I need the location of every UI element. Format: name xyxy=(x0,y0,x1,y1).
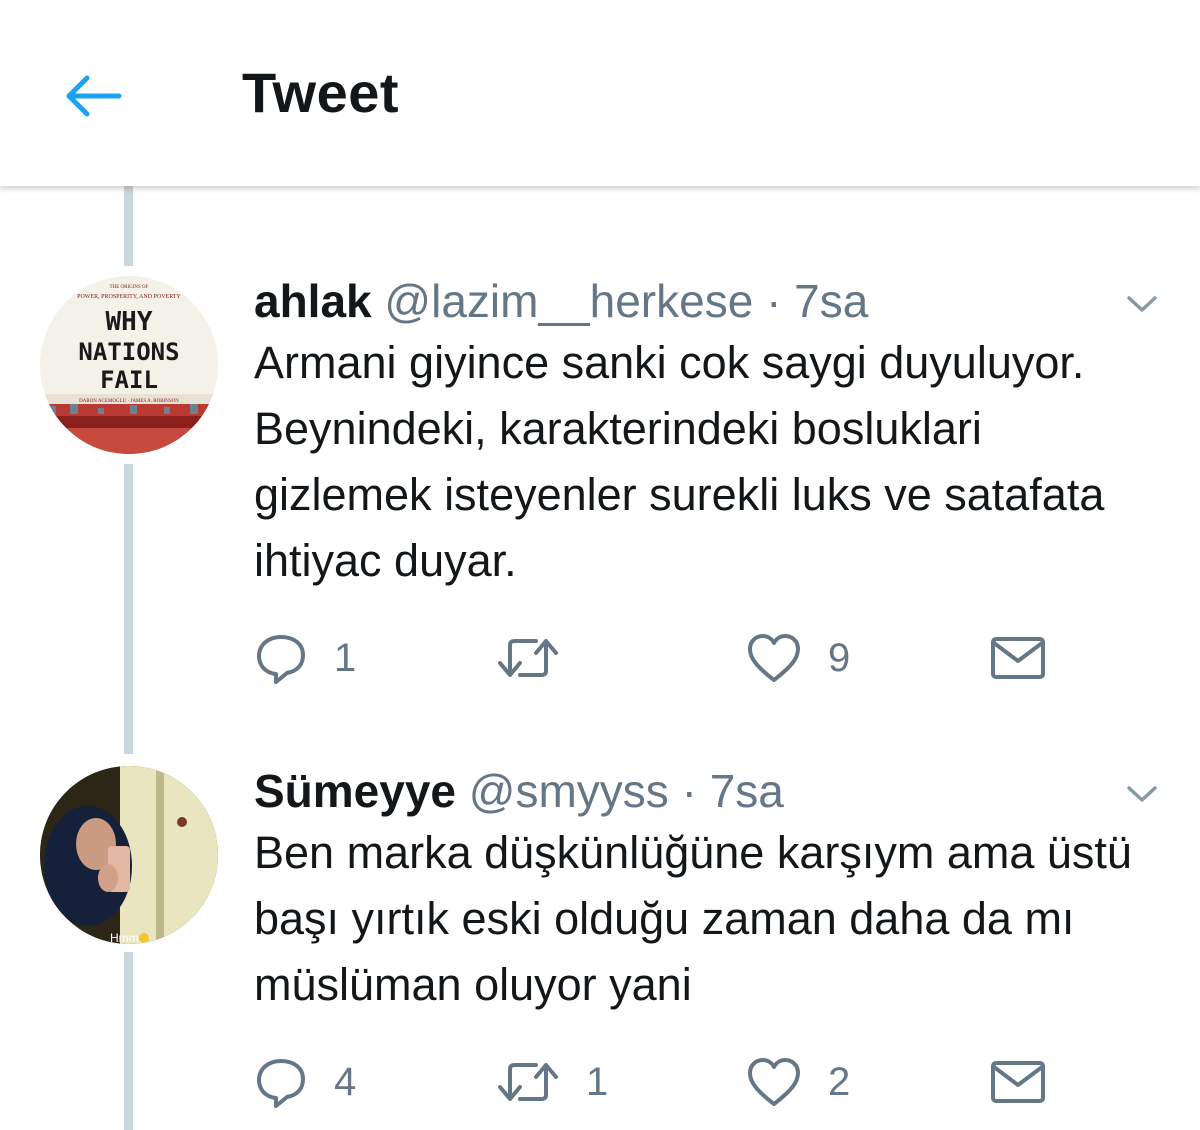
thread-line-top xyxy=(124,186,133,266)
heart-icon xyxy=(748,1058,800,1106)
book-title-line-3: FAIL xyxy=(100,366,158,394)
book-top-text: THE ORIGINS OF xyxy=(110,285,149,290)
user-handle[interactable]: @lazim__herkese xyxy=(384,275,753,327)
reply-icon xyxy=(257,1059,305,1108)
thread-line-bottom xyxy=(124,952,133,1130)
envelope-icon xyxy=(991,637,1045,679)
separator-dot: · xyxy=(766,275,782,327)
reply-button[interactable]: 1 xyxy=(254,628,356,688)
back-button[interactable] xyxy=(52,62,132,130)
display-name[interactable]: Sümeyye xyxy=(254,765,456,817)
separator-dot: · xyxy=(681,765,697,817)
like-count: 2 xyxy=(828,1059,851,1104)
more-options-button[interactable] xyxy=(1122,284,1162,324)
tweet-header: Sümeyye @smyyss · 7sa xyxy=(254,768,784,814)
retweet-icon xyxy=(498,1063,558,1101)
tweet-actions: 4 1 2 xyxy=(254,1052,1074,1112)
retweet-icon xyxy=(498,639,558,677)
thread-line-middle xyxy=(124,464,133,754)
tweet-text: Ben marka düşkünlüğüne karşıym ama üstü … xyxy=(254,827,1132,1010)
reply-button[interactable]: 4 xyxy=(254,1052,356,1112)
reply-count: 4 xyxy=(334,1059,357,1104)
retweet-count: 1 xyxy=(586,1059,609,1104)
like-button[interactable]: 2 xyxy=(746,1052,850,1112)
tweet-time[interactable]: 7sa xyxy=(710,765,784,817)
more-options-button[interactable] xyxy=(1122,774,1162,814)
display-name[interactable]: ahlak xyxy=(254,275,372,327)
page-title: Tweet xyxy=(242,61,400,124)
user-handle[interactable]: @smyyss xyxy=(469,765,669,817)
chevron-down-icon xyxy=(1127,296,1157,312)
reply-count: 1 xyxy=(334,635,357,680)
tweet-header: ahlak @lazim__herkese · 7sa xyxy=(254,278,868,324)
like-button[interactable]: 9 xyxy=(746,628,850,688)
tweet-page: Tweet THE ORIGINS OF POWER, PROSPERITY, … xyxy=(0,0,1200,1130)
arrow-left-icon xyxy=(66,75,122,117)
book-author-text: DARON ACEMOGLU · JAMES A. ROBINSON xyxy=(79,399,179,404)
top-bar: Tweet xyxy=(0,0,1200,186)
book-cover-avatar: THE ORIGINS OF POWER, PROSPERITY, AND PO… xyxy=(40,276,218,454)
tweet-text: Armani giyince sanki cok saygi duyuluyor… xyxy=(254,337,1105,586)
book-title-line-2: NATIONS xyxy=(78,338,179,366)
book-title-line-1: WHY xyxy=(106,307,153,337)
tweet-time[interactable]: 7sa xyxy=(794,275,868,327)
avatar[interactable]: THE ORIGINS OF POWER, PROSPERITY, AND PO… xyxy=(40,276,218,454)
retweet-button[interactable]: 1 xyxy=(496,1052,608,1112)
message-button[interactable] xyxy=(990,628,1046,688)
profile-photo-avatar: Hmm xyxy=(40,766,218,944)
like-count: 9 xyxy=(828,635,851,680)
heart-icon xyxy=(748,634,800,682)
envelope-icon xyxy=(991,1061,1045,1103)
avatar-caption: Hmm xyxy=(110,931,139,944)
avatar[interactable]: Hmm xyxy=(40,766,218,944)
message-button[interactable] xyxy=(990,1052,1046,1112)
book-subtitle-text: POWER, PROSPERITY, AND POVERTY xyxy=(77,294,181,300)
retweet-button[interactable] xyxy=(496,628,586,688)
chevron-down-icon xyxy=(1127,786,1157,802)
reply-icon xyxy=(257,635,305,684)
tweet-actions: 1 9 xyxy=(254,628,1074,688)
